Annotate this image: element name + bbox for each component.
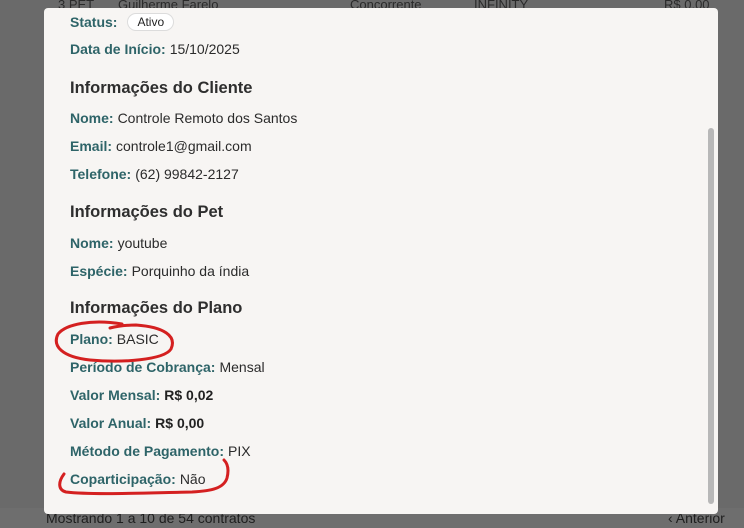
plan-section-title: Informações do Plano: [70, 299, 243, 317]
plan-value: BASIC: [116, 331, 159, 347]
modal-scrollbar[interactable]: [706, 14, 716, 508]
client-email-value: controle1@gmail.com: [116, 138, 252, 154]
status-badge: Ativo: [127, 13, 175, 31]
monthly-value-row: Valor Mensal: R$ 0,02: [70, 387, 213, 403]
pet-species-label: Espécie:: [70, 263, 128, 279]
pet-species-value: Porquinho da índia: [131, 263, 250, 279]
plan-row: Plano: BASIC: [70, 331, 159, 347]
plan-label: Plano:: [70, 331, 113, 347]
client-email-label: Email:: [70, 138, 113, 154]
pet-species-row: Espécie: Porquinho da índia: [70, 263, 249, 279]
client-phone-label: Telefone:: [70, 166, 132, 182]
start-date-value: 15/10/2025: [169, 41, 240, 57]
annual-value-label: Valor Anual:: [70, 415, 152, 431]
pet-section-title: Informações do Pet: [70, 203, 224, 221]
status-label: Status:: [70, 14, 118, 30]
copay-value: Não: [179, 471, 206, 487]
client-name-row: Nome: Controle Remoto dos Santos: [70, 110, 297, 126]
client-section-title: Informações do Cliente: [70, 79, 253, 97]
monthly-value-label: Valor Mensal:: [70, 387, 161, 403]
annual-value: R$ 0,00: [155, 415, 205, 431]
pet-name-row: Nome: youtube: [70, 235, 167, 251]
annual-value-row: Valor Anual: R$ 0,00: [70, 415, 204, 431]
client-email-row: Email: controle1@gmail.com: [70, 138, 252, 154]
scrollbar-thumb[interactable]: [708, 128, 714, 504]
payment-method-row: Método de Pagamento: PIX: [70, 443, 251, 459]
payment-method-value: PIX: [228, 443, 251, 459]
billing-period-row: Período de Cobrança: Mensal: [70, 359, 265, 375]
status-row: Status: Ativo: [70, 13, 175, 31]
payment-method-label: Método de Pagamento:: [70, 443, 225, 459]
billing-period-label: Período de Cobrança:: [70, 359, 216, 375]
client-name-label: Nome:: [70, 110, 114, 126]
client-phone-row: Telefone: (62) 99842-2127: [70, 166, 239, 182]
monthly-value: R$ 0,02: [164, 387, 214, 403]
client-name-value: Controle Remoto dos Santos: [117, 110, 298, 126]
billing-period-value: Mensal: [219, 359, 265, 375]
copay-label: Coparticipação:: [70, 471, 176, 487]
pet-name-value: youtube: [117, 235, 168, 251]
start-date-row: Data de Início: 15/10/2025: [70, 41, 240, 57]
copay-row: Coparticipação: Não: [70, 471, 206, 487]
pet-name-label: Nome:: [70, 235, 114, 251]
contract-details-modal: Status: Ativo Data de Início: 15/10/2025…: [44, 8, 718, 514]
client-phone-value: (62) 99842-2127: [135, 166, 239, 182]
start-date-label: Data de Início:: [70, 41, 166, 57]
